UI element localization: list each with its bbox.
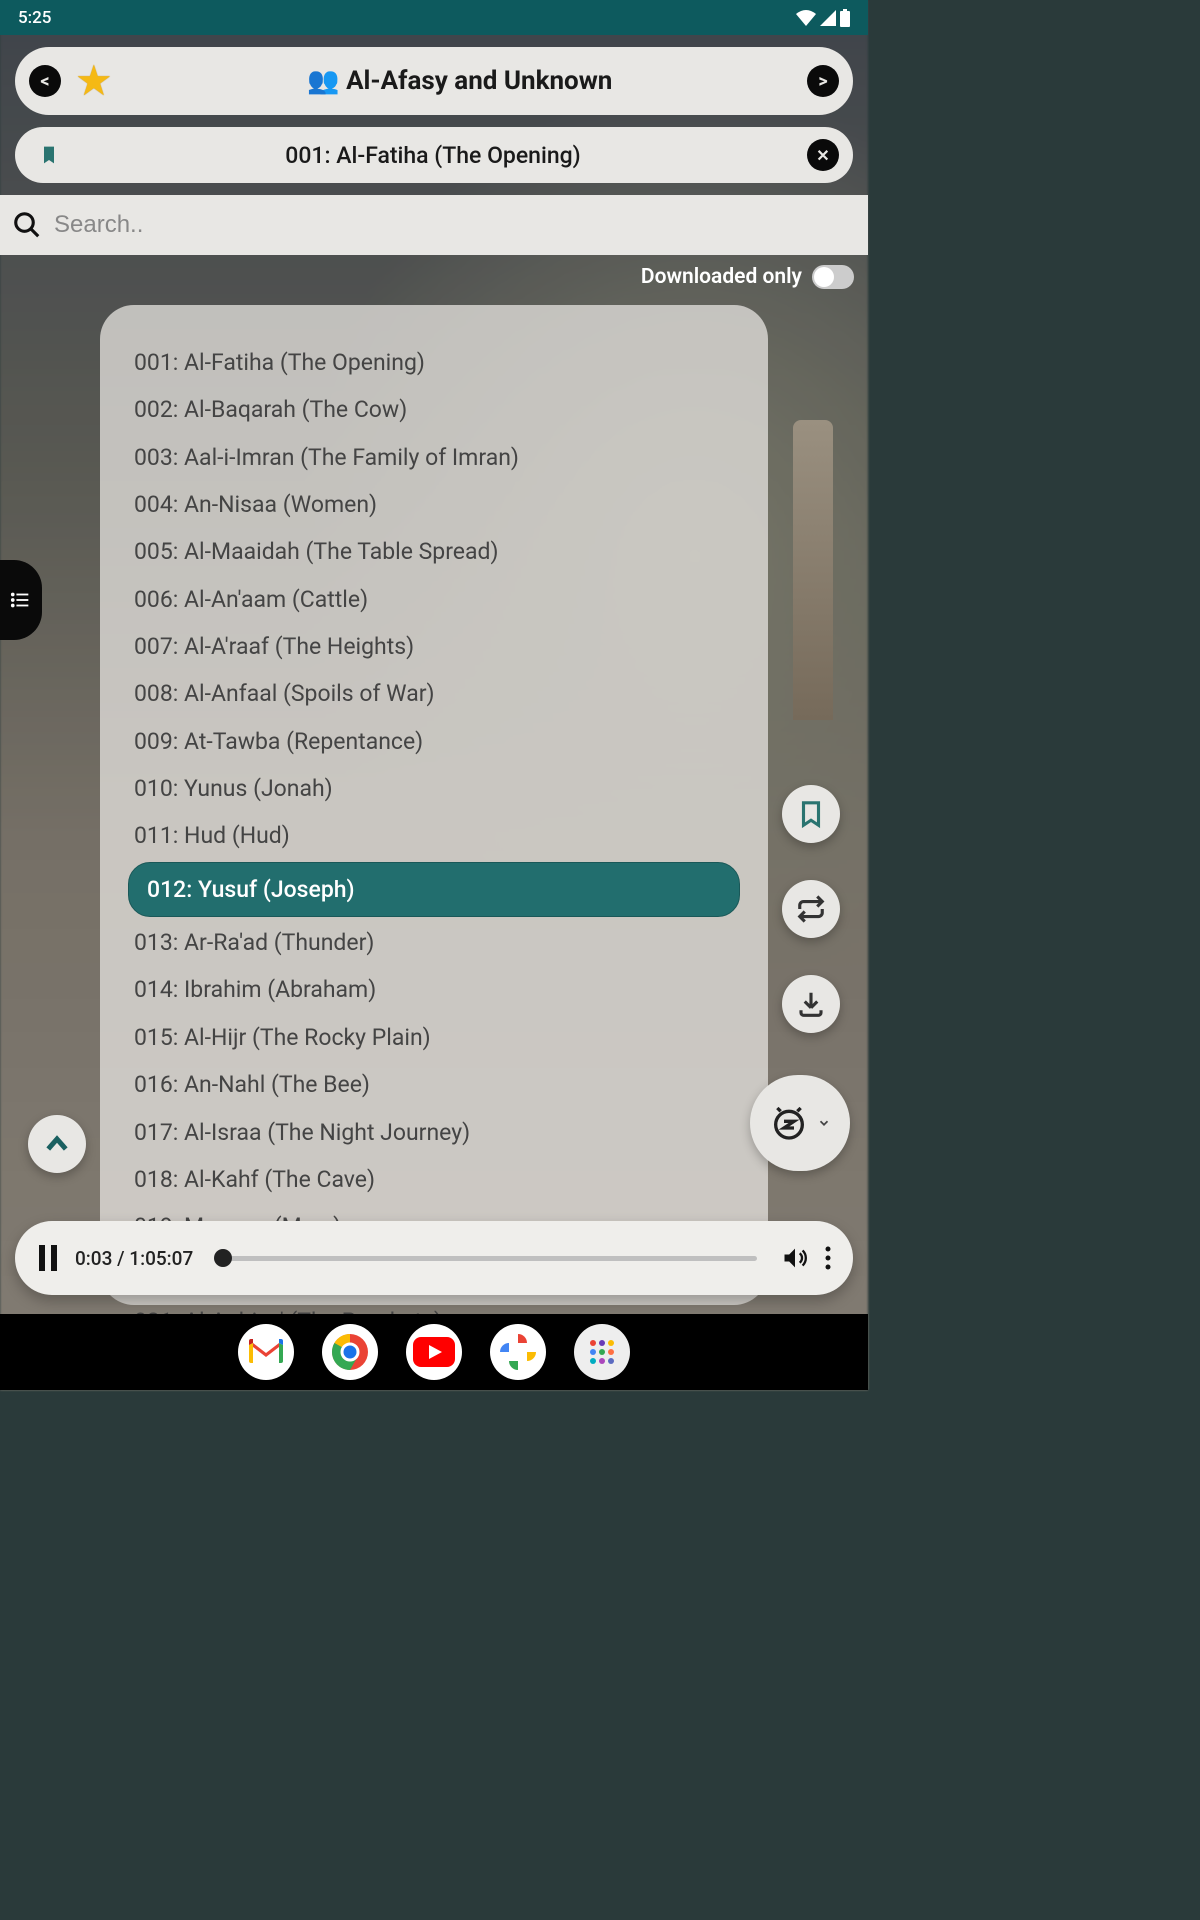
surah-item[interactable]: 013: Ar-Ra'ad (Thunder) bbox=[128, 919, 740, 966]
surah-item[interactable]: 017: Al-Israa (The Night Journey) bbox=[128, 1109, 740, 1156]
surah-item[interactable]: 014: Ibrahim (Abraham) bbox=[128, 966, 740, 1013]
close-button[interactable]: ✕ bbox=[807, 139, 839, 171]
surah-item[interactable]: 006: Al-An'aam (Cattle) bbox=[128, 576, 740, 623]
surah-item[interactable]: 012: Yusuf (Joseph) bbox=[128, 862, 740, 917]
search-bar bbox=[0, 195, 868, 255]
wifi-icon bbox=[796, 10, 816, 26]
status-bar: 5:25 bbox=[0, 0, 868, 35]
signal-icon bbox=[820, 10, 836, 26]
side-list-tab[interactable] bbox=[0, 560, 42, 640]
surah-item[interactable]: 004: An-Nisaa (Women) bbox=[128, 481, 740, 528]
repeat-icon bbox=[796, 894, 826, 924]
surah-item[interactable]: 009: At-Tawba (Repentance) bbox=[128, 718, 740, 765]
surah-item[interactable]: 008: Al-Anfaal (Spoils of War) bbox=[128, 670, 740, 717]
photos-icon bbox=[500, 1334, 536, 1370]
prev-reciter-button[interactable]: < bbox=[29, 65, 61, 97]
surah-item[interactable]: 003: Aal-i-Imran (The Family of Imran) bbox=[128, 434, 740, 481]
bookmark-fab[interactable] bbox=[782, 785, 840, 843]
bookmark-icon[interactable] bbox=[39, 145, 59, 165]
search-input[interactable] bbox=[54, 211, 856, 239]
chevron-up-icon bbox=[42, 1129, 72, 1159]
player-time: 0:03 / 1:05:07 bbox=[75, 1247, 193, 1270]
battery-icon bbox=[840, 9, 850, 27]
status-icons bbox=[796, 9, 850, 27]
surah-item[interactable]: 011: Hud (Hud) bbox=[128, 812, 740, 859]
dock-app-chrome[interactable] bbox=[322, 1324, 378, 1380]
surah-item[interactable]: 010: Yunus (Jonah) bbox=[128, 765, 740, 812]
sleep-timer-fab[interactable] bbox=[750, 1075, 850, 1171]
download-fab[interactable] bbox=[782, 975, 840, 1033]
reciter-bar: < ★ 👥 Al-Afasy and Unknown > bbox=[15, 47, 853, 115]
favorite-star-icon[interactable]: ★ bbox=[75, 56, 113, 106]
surah-list-card: 001: Al-Fatiha (The Opening)002: Al-Baqa… bbox=[100, 305, 768, 1305]
reciter-title[interactable]: 👥 Al-Afasy and Unknown bbox=[113, 66, 807, 96]
search-icon bbox=[12, 210, 42, 240]
seek-thumb[interactable] bbox=[214, 1249, 232, 1267]
surah-item[interactable]: 016: An-Nahl (The Bee) bbox=[128, 1061, 740, 1108]
gmail-icon bbox=[249, 1339, 283, 1365]
downloaded-only-toggle[interactable] bbox=[812, 265, 854, 289]
surah-item[interactable]: 005: Al-Maaidah (The Table Spread) bbox=[128, 528, 740, 575]
download-icon bbox=[796, 989, 826, 1019]
status-time: 5:25 bbox=[18, 8, 51, 28]
volume-button[interactable] bbox=[781, 1244, 809, 1272]
pause-button[interactable] bbox=[37, 1245, 59, 1271]
apps-icon bbox=[588, 1338, 616, 1366]
youtube-icon bbox=[413, 1337, 455, 1367]
background-minaret bbox=[793, 420, 833, 720]
current-surah-bar: 001: Al-Fatiha (The Opening) ✕ bbox=[15, 127, 853, 183]
surah-item[interactable]: 001: Al-Fatiha (The Opening) bbox=[128, 339, 740, 386]
seek-slider[interactable] bbox=[217, 1256, 757, 1261]
collapse-fab[interactable] bbox=[28, 1115, 86, 1173]
bookmark-icon bbox=[796, 799, 826, 829]
chevron-down-icon bbox=[817, 1116, 831, 1130]
surah-item[interactable]: 015: Al-Hijr (The Rocky Plain) bbox=[128, 1014, 740, 1061]
filter-row: Downloaded only bbox=[0, 255, 868, 295]
chrome-icon bbox=[330, 1332, 370, 1372]
current-surah-label[interactable]: 001: Al-Fatiha (The Opening) bbox=[59, 142, 807, 169]
dock-app-youtube[interactable] bbox=[406, 1324, 462, 1380]
dock-app-gmail[interactable] bbox=[238, 1324, 294, 1380]
audio-player: 0:03 / 1:05:07 bbox=[15, 1221, 853, 1295]
more-button[interactable] bbox=[825, 1246, 831, 1270]
list-icon bbox=[10, 589, 32, 611]
downloaded-only-label: Downloaded only bbox=[641, 265, 802, 289]
dock-app-photos[interactable] bbox=[490, 1324, 546, 1380]
repeat-fab[interactable] bbox=[782, 880, 840, 938]
next-reciter-button[interactable]: > bbox=[807, 65, 839, 97]
snooze-icon bbox=[769, 1103, 809, 1143]
surah-item[interactable]: 002: Al-Baqarah (The Cow) bbox=[128, 386, 740, 433]
dock-app-drawer[interactable] bbox=[574, 1324, 630, 1380]
surah-item[interactable]: 007: Al-A'raaf (The Heights) bbox=[128, 623, 740, 670]
nav-dock bbox=[0, 1314, 868, 1390]
surah-item[interactable]: 018: Al-Kahf (The Cave) bbox=[128, 1156, 740, 1203]
